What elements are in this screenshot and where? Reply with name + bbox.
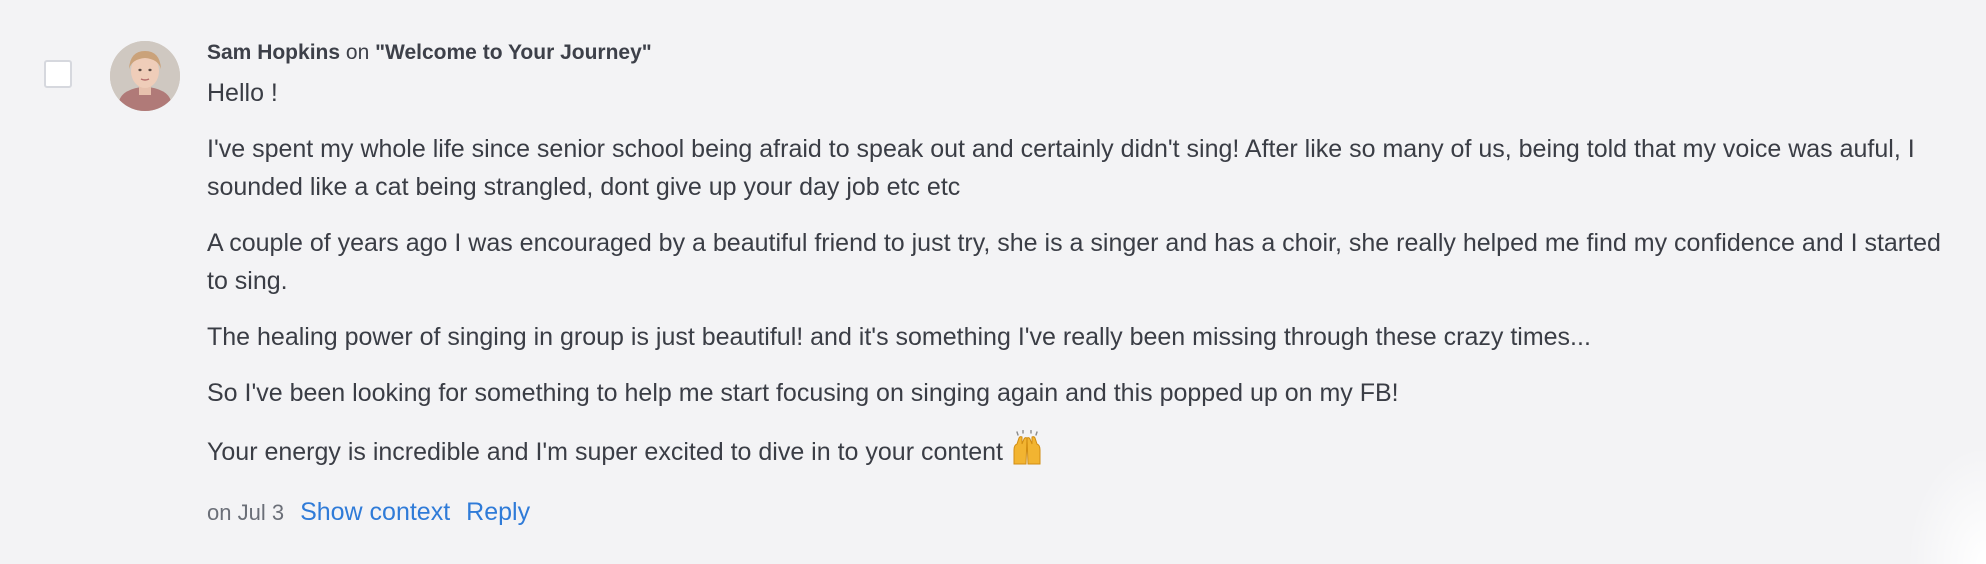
comment-paragraph: The healing power of singing in group is… [207,323,1591,351]
comment-paragraph: I've spent my whole life since senior sc… [207,135,1915,201]
comment-paragraph: So I've been looking for something to he… [207,379,1399,407]
comment-paragraph-text: Your energy is incredible and I'm super … [207,438,1003,466]
comment-item: Sam Hopkins on "Welcome to Your Journey"… [0,0,1986,564]
show-context-link[interactable]: Show context [300,495,450,529]
author-name[interactable]: Sam Hopkins [207,41,340,64]
post-title[interactable]: "Welcome to Your Journey" [375,41,652,64]
reply-link[interactable]: Reply [466,495,530,529]
comment-footer: on Jul 3 Show context Reply [207,495,1947,530]
comment-header: Sam Hopkins on "Welcome to Your Journey" [207,38,1947,68]
avatar[interactable] [110,41,180,111]
raising-hands-icon [1009,429,1045,477]
comment-body: Hello ! I've spent my whole life since s… [207,74,1947,477]
comment-paragraph: Hello ! [207,79,278,107]
on-label: on [345,41,370,64]
comment-paragraph: A couple of years ago I was encouraged b… [207,229,1941,295]
comment-paragraph-last: Your energy is incredible and I'm super … [207,429,1947,477]
comment-content: Sam Hopkins on "Welcome to Your Journey"… [207,38,1947,530]
comment-date: on Jul 3 [207,500,285,525]
select-checkbox[interactable] [44,60,72,88]
avatar-image [110,41,180,111]
